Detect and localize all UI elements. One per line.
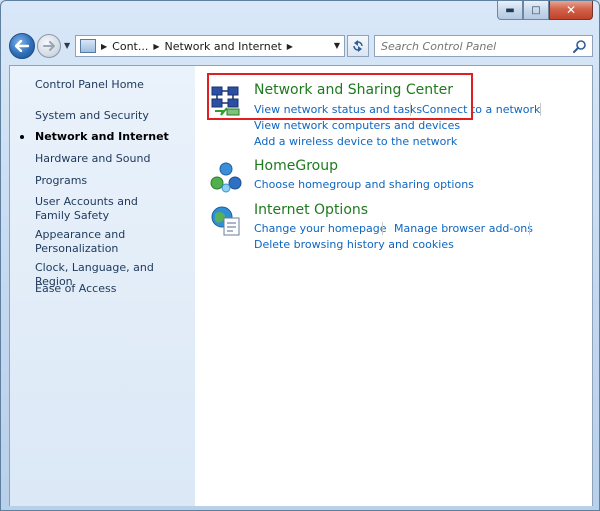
refresh-button[interactable] — [347, 35, 369, 57]
category-homegroup: HomeGroup Choose homegroup and sharing o… — [209, 158, 589, 198]
search-box[interactable] — [374, 35, 593, 57]
sidebar-item-appearance[interactable]: Appearance and Personalization — [35, 228, 135, 256]
back-button[interactable] — [9, 33, 35, 59]
control-panel-window: ▬ □ ✕ ▼ ▶ Cont... ▶ Network and Internet… — [0, 0, 600, 511]
connect-to-network-link[interactable]: Connect to a network — [422, 103, 540, 116]
navigation-bar: ▼ ▶ Cont... ▶ Network and Internet ▶ ▼ — [9, 33, 593, 59]
recent-pages-dropdown[interactable]: ▼ — [64, 41, 70, 50]
add-wireless-device-link[interactable]: Add a wireless device to the network — [254, 135, 457, 148]
category-network-sharing: Network and Sharing Center View network … — [209, 82, 589, 150]
sidebar-item-programs[interactable]: Programs — [35, 174, 190, 188]
arrow-right-icon — [43, 41, 55, 51]
address-dropdown-icon[interactable]: ▼ — [334, 41, 340, 50]
sidebar-item-user-accounts[interactable]: User Accounts and Family Safety — [35, 195, 175, 223]
category-internet-options: Internet Options Change your homepage Ma… — [209, 202, 589, 258]
change-homepage-link[interactable]: Change your homepage — [254, 222, 387, 235]
refresh-icon — [353, 40, 363, 52]
manage-addons-link[interactable]: Manage browser add-ons — [394, 222, 533, 235]
delete-browsing-history-link[interactable]: Delete browsing history and cookies — [254, 238, 454, 251]
search-input[interactable] — [381, 39, 571, 53]
homegroup-icon[interactable] — [209, 160, 243, 194]
homegroup-link[interactable]: HomeGroup — [254, 158, 338, 174]
search-icon[interactable] — [573, 39, 587, 53]
link-separator — [410, 103, 411, 116]
link-separator — [540, 103, 541, 116]
breadcrumb-chevron-icon[interactable]: ▶ — [101, 42, 107, 51]
sidebar-item-ease-of-access[interactable]: Ease of Access — [35, 282, 190, 296]
sidebar-item-control-panel-home[interactable]: Control Panel Home — [35, 78, 190, 92]
homegroup-sharing-options-link[interactable]: Choose homegroup and sharing options — [254, 178, 474, 191]
forward-button[interactable] — [37, 34, 61, 58]
current-item-bullet — [20, 135, 24, 139]
breadcrumb-chevron-icon[interactable]: ▶ — [287, 42, 293, 51]
arrow-left-icon — [15, 40, 29, 52]
internet-options-icon[interactable] — [209, 204, 243, 238]
sidebar-item-hardware-and-sound[interactable]: Hardware and Sound — [35, 152, 190, 166]
sidebar-item-system-and-security[interactable]: System and Security — [35, 109, 190, 123]
view-network-computers-link[interactable]: View network computers and devices — [254, 119, 460, 132]
control-panel-icon — [80, 39, 96, 53]
sidebar: Control Panel Home System and Security N… — [9, 65, 195, 506]
breadcrumb-control-panel[interactable]: Cont... — [112, 40, 148, 53]
close-button[interactable]: ✕ — [549, 1, 593, 20]
internet-options-link[interactable]: Internet Options — [254, 202, 368, 218]
view-network-status-link[interactable]: View network status and tasks — [254, 103, 422, 116]
sidebar-item-network-and-internet: Network and Internet — [35, 130, 169, 143]
minimize-button[interactable]: ▬ — [497, 1, 523, 20]
network-sharing-icon[interactable] — [209, 84, 243, 118]
link-separator — [382, 222, 383, 235]
network-sharing-center-link[interactable]: Network and Sharing Center — [254, 82, 453, 98]
breadcrumb-chevron-icon[interactable]: ▶ — [153, 42, 159, 51]
caption-buttons: ▬ □ ✕ — [497, 1, 593, 21]
breadcrumb-network-and-internet[interactable]: Network and Internet — [165, 40, 282, 53]
maximize-button[interactable]: □ — [523, 1, 549, 20]
address-bar[interactable]: ▶ Cont... ▶ Network and Internet ▶ ▼ — [75, 35, 345, 57]
main-content: Network and Sharing Center View network … — [195, 65, 593, 506]
link-separator — [529, 222, 530, 235]
